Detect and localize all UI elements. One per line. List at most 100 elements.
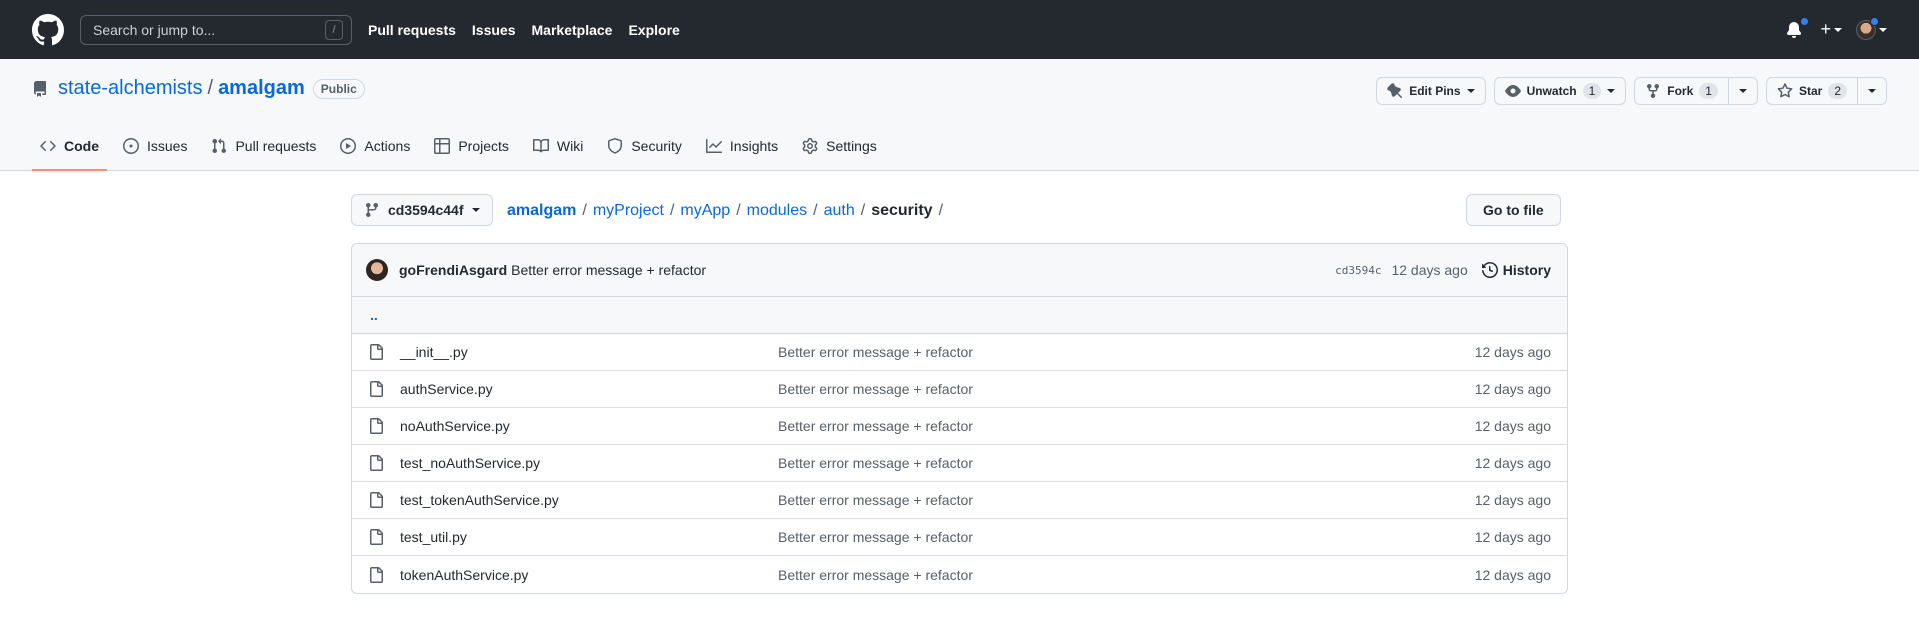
create-new-menu[interactable]: +	[1820, 19, 1842, 40]
commit-meta: cd3594c 12 days ago History	[1335, 262, 1551, 278]
breadcrumb-modules[interactable]: modules	[747, 202, 807, 220]
tab-pull-requests[interactable]: Pull requests	[203, 123, 324, 171]
breadcrumb-separator: /	[669, 202, 675, 219]
file-name-link[interactable]: __init__.py	[400, 344, 778, 360]
file-icon	[368, 381, 384, 397]
breadcrumb-separator: /	[860, 202, 866, 219]
notifications-bell-icon[interactable]	[1786, 16, 1810, 40]
breadcrumb-myapp[interactable]: myApp	[680, 202, 730, 220]
file-row[interactable]: noAuthService.py Better error message + …	[352, 408, 1567, 445]
file-row[interactable]: authService.py Better error message + re…	[352, 371, 1567, 408]
breadcrumb-current: security	[871, 202, 933, 219]
file-name-link[interactable]: test_tokenAuthService.py	[400, 492, 778, 508]
parent-directory-link[interactable]: ..	[352, 297, 1567, 334]
file-commit-message[interactable]: Better error message + refactor	[778, 492, 1475, 508]
file-commit-message[interactable]: Better error message + refactor	[778, 529, 1475, 545]
search-shortcut-key: /	[325, 19, 343, 40]
fork-label: Fork	[1667, 84, 1694, 98]
file-name-link[interactable]: test_noAuthService.py	[400, 455, 778, 471]
go-to-file-button[interactable]: Go to file	[1466, 194, 1561, 226]
file-row[interactable]: __init__.py Better error message + refac…	[352, 334, 1567, 371]
pin-icon	[1387, 83, 1403, 99]
file-row[interactable]: tokenAuthService.py Better error message…	[352, 556, 1567, 593]
file-name-link[interactable]: authService.py	[400, 381, 778, 397]
tab-projects[interactable]: Projects	[426, 123, 517, 171]
file-age: 12 days ago	[1474, 455, 1551, 471]
file-commit-message[interactable]: Better error message + refactor	[778, 567, 1475, 583]
file-name-link[interactable]: tokenAuthService.py	[400, 567, 778, 583]
tab-issues[interactable]: Issues	[115, 123, 195, 171]
code-icon	[40, 140, 56, 152]
commit-age: 12 days ago	[1391, 262, 1468, 278]
tab-settings[interactable]: Settings	[794, 123, 885, 171]
file-age: 12 days ago	[1474, 529, 1551, 545]
github-logo-icon[interactable]	[32, 13, 64, 46]
nav-explore[interactable]: Explore	[628, 22, 679, 38]
forks-count: 1	[1699, 83, 1718, 99]
file-commit-message[interactable]: Better error message + refactor	[778, 344, 1475, 360]
file-age: 12 days ago	[1474, 381, 1551, 397]
branch-select-button[interactable]: cd3594c44f	[351, 194, 493, 226]
tab-actions[interactable]: Actions	[332, 123, 418, 171]
plus-icon: +	[1820, 19, 1831, 39]
file-row[interactable]: test_util.py Better error message + refa…	[352, 519, 1567, 556]
stars-count: 2	[1828, 83, 1847, 99]
file-row[interactable]: test_tokenAuthService.py Better error me…	[352, 482, 1567, 519]
tab-code[interactable]: Code	[32, 123, 107, 171]
breadcrumb-auth[interactable]: auth	[824, 202, 855, 220]
repo-icon	[32, 80, 48, 97]
chevron-down-icon	[1607, 89, 1616, 93]
file-name-link[interactable]: test_util.py	[400, 529, 778, 545]
edit-pins-button[interactable]: Edit Pins	[1376, 77, 1486, 105]
book-icon	[532, 138, 549, 153]
tab-code-label: Code	[64, 138, 99, 154]
file-commit-message[interactable]: Better error message + refactor	[778, 418, 1475, 434]
git-branch-icon	[365, 203, 378, 218]
eye-icon	[1504, 85, 1521, 97]
chevron-down-icon	[1466, 89, 1475, 93]
tab-pull-requests-label: Pull requests	[235, 138, 317, 154]
nav-marketplace[interactable]: Marketplace	[532, 22, 613, 38]
header-right-controls: +	[1786, 0, 1887, 59]
commit-sha-link[interactable]: cd3594c	[1335, 264, 1381, 277]
unwatch-button[interactable]: Unwatch 1	[1493, 77, 1627, 105]
fork-dropdown[interactable]	[1727, 78, 1757, 104]
file-age: 12 days ago	[1474, 492, 1551, 508]
fork-button[interactable]: Fork 1	[1635, 78, 1728, 104]
tab-wiki-label: Wiki	[556, 138, 584, 154]
star-dropdown[interactable]	[1857, 78, 1886, 104]
file-name-link[interactable]: noAuthService.py	[400, 418, 778, 434]
star-button-group: Star 2	[1765, 77, 1887, 105]
nav-pull-requests[interactable]: Pull requests	[368, 22, 456, 38]
star-button[interactable]: Star 2	[1767, 78, 1857, 104]
commit-author-link[interactable]: goFrendiAsgard	[399, 262, 507, 278]
chevron-down-icon	[471, 208, 480, 212]
breadcrumb-separator: /	[582, 202, 587, 219]
history-icon	[1481, 262, 1498, 278]
breadcrumb-separator: /	[938, 202, 944, 219]
file-commit-message[interactable]: Better error message + refactor	[778, 455, 1475, 471]
file-age: 12 days ago	[1474, 418, 1551, 434]
chevron-down-icon	[1738, 89, 1747, 93]
tab-security-label: Security	[631, 138, 682, 154]
tab-insights[interactable]: Insights	[698, 123, 786, 171]
gear-icon	[802, 138, 818, 154]
breadcrumb-root[interactable]: amalgam	[507, 202, 576, 220]
repo-title: state-alchemists / amalgam Public	[32, 77, 365, 100]
tab-security[interactable]: Security	[599, 123, 690, 171]
file-row[interactable]: test_noAuthService.py Better error messa…	[352, 445, 1567, 482]
repo-name-link[interactable]: amalgam	[218, 77, 305, 100]
avatar[interactable]	[366, 259, 388, 281]
history-link[interactable]: History	[1481, 262, 1551, 278]
tab-projects-label: Projects	[458, 138, 509, 154]
breadcrumb-myproject[interactable]: myProject	[593, 202, 664, 220]
repo-owner-link[interactable]: state-alchemists	[58, 77, 203, 100]
nav-issues[interactable]: Issues	[472, 22, 516, 38]
tab-wiki[interactable]: Wiki	[525, 123, 591, 171]
file-commit-message[interactable]: Better error message + refactor	[778, 381, 1475, 397]
commit-message-link[interactable]: Better error message + refactor	[511, 262, 706, 278]
table-icon	[434, 138, 451, 154]
breadcrumb-separator: /	[736, 202, 741, 219]
user-menu[interactable]	[1856, 16, 1887, 40]
search-input[interactable]: Search or jump to... /	[80, 14, 352, 45]
